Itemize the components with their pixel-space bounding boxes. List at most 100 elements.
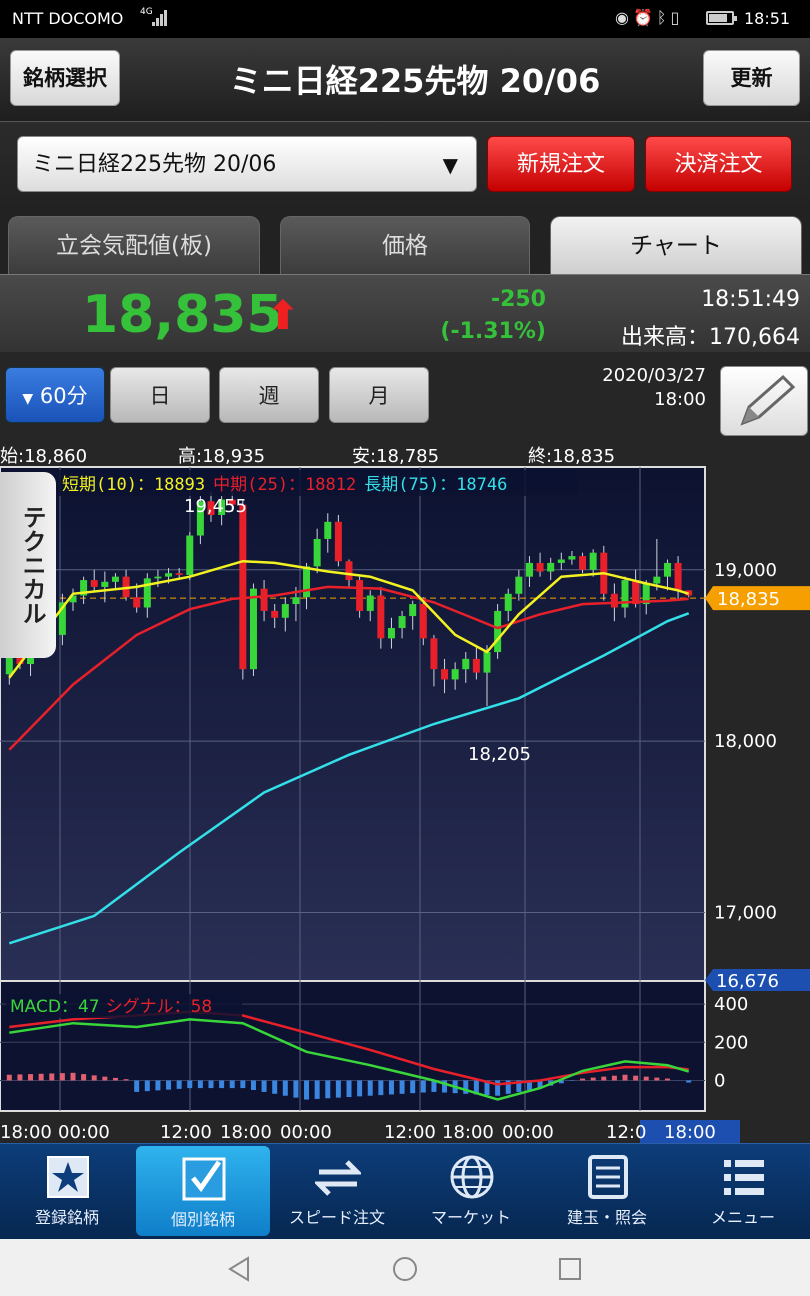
nav-menu[interactable]: メニュー (676, 1144, 810, 1240)
nav-speed-order[interactable]: スピード注文 (270, 1144, 404, 1240)
settle-order-button[interactable]: 決済注文 (645, 136, 792, 192)
tab-chart[interactable]: チャート (550, 216, 802, 274)
macd-histogram-bar (388, 1080, 394, 1095)
macd-tick: 400 (714, 994, 748, 1015)
candle (165, 573, 173, 577)
nav-watchlist[interactable]: 登録銘柄 (0, 1144, 134, 1240)
candle (133, 597, 141, 608)
macd-histogram-bar (664, 1078, 670, 1081)
candle (356, 580, 364, 611)
candle (366, 595, 374, 611)
back-icon[interactable] (226, 1256, 252, 1282)
candle (154, 576, 162, 579)
candlestick-chart[interactable]: 短期(10)：18893 中期(25)：18812 長期(75)：18746 19,4… (0, 440, 810, 1143)
candle (377, 595, 385, 639)
candle (398, 616, 406, 629)
recents-icon[interactable] (557, 1256, 583, 1282)
draw-tool-button[interactable] (720, 366, 808, 436)
pencil-icon (740, 374, 796, 426)
nav-individual-stock-label: 個別銘柄 (170, 1210, 235, 1229)
instrument-dropdown-value: ミニ日経225先物 20/06 (32, 152, 277, 177)
candle (186, 535, 194, 575)
candle (387, 628, 395, 639)
signal-icon (152, 10, 170, 26)
time-tick: 18:00 (220, 1122, 272, 1143)
macd-histogram-bar (28, 1074, 34, 1081)
max-label: 19,455 (184, 496, 247, 517)
legend-long: 長期(75)：18746 (364, 475, 507, 495)
price-change: -250 (490, 287, 546, 312)
macd-histogram-bar (346, 1080, 352, 1097)
home-icon[interactable] (392, 1256, 418, 1282)
candle (525, 562, 533, 577)
checkbox-icon (182, 1157, 226, 1201)
nav-positions[interactable]: 建玉・照会 (540, 1144, 674, 1240)
macd-histogram-bar (123, 1079, 129, 1081)
chart-datetime: 2020/03/27 18:00 (560, 364, 706, 412)
candle (483, 652, 491, 673)
price-bar: 18,835 ⬆ -250 (-1.31%) 18:51:49 出来高：170,… (0, 274, 810, 352)
price-tick: 18,000 (714, 731, 777, 752)
nav-market-label: マーケット (430, 1208, 511, 1227)
macd-histogram-bar (325, 1080, 331, 1099)
candle (430, 638, 438, 670)
candle (674, 562, 682, 591)
carrier-name: NTT DOCOMO (12, 9, 124, 28)
instrument-dropdown[interactable]: ミニ日経225先物 20/06 ▼ (17, 136, 477, 192)
nav-individual-stock[interactable]: 個別銘柄 (136, 1146, 270, 1236)
tab-price[interactable]: 価格 (280, 216, 530, 274)
selector-row: ミニ日経225先物 20/06 ▼ 新規注文 決済注文 (0, 122, 810, 210)
tab-order-book[interactable]: 立会気配値(板) (8, 216, 260, 274)
star-icon (47, 1156, 89, 1198)
legend-macd: MACD：47 (10, 997, 100, 1017)
macd-histogram-bar (134, 1080, 140, 1092)
price-panel (0, 466, 706, 982)
time-tick: 12:0 (606, 1122, 646, 1143)
android-navigation-bar (0, 1239, 810, 1296)
macd-histogram-bar (91, 1075, 97, 1081)
candle (271, 610, 279, 618)
new-order-button[interactable]: 新規注文 (487, 136, 635, 192)
time-tick: 00:00 (280, 1122, 332, 1143)
period-60min-label: 60分 (39, 384, 88, 408)
macd-histogram-bar (59, 1073, 65, 1081)
macd-histogram-bar (580, 1078, 586, 1081)
time-tick: 18:00 (442, 1122, 494, 1143)
macd-histogram-bar (420, 1080, 426, 1093)
time-tick: 18:00 (0, 1122, 52, 1143)
period-day-button[interactable]: 日 (110, 367, 210, 423)
nav-market[interactable]: マーケット (404, 1144, 538, 1240)
price-time: 18:51:49 (701, 287, 800, 312)
macd-histogram-bar (282, 1080, 288, 1096)
period-week-button[interactable]: 週 (219, 367, 319, 423)
period-60min-button[interactable]: ▼ 60分 (5, 367, 105, 423)
macd-histogram-bar (166, 1080, 172, 1090)
period-month-button[interactable]: 月 (329, 367, 429, 423)
candle (494, 610, 502, 653)
chart-date: 2020/03/27 (602, 365, 706, 386)
candle (663, 562, 671, 577)
macd-histogram-bar (208, 1080, 214, 1089)
macd-histogram-bar (229, 1080, 235, 1089)
macd-histogram-bar (590, 1077, 596, 1081)
candle (292, 597, 300, 605)
menu-icon (724, 1160, 764, 1195)
legend-mid: 中期(25)：18812 (213, 475, 356, 495)
candle (409, 604, 417, 617)
dropdown-caret-icon: ▼ (442, 153, 458, 177)
candle (313, 538, 321, 567)
macd-histogram-bar (102, 1076, 108, 1081)
volume: 出来高：170,664 (621, 325, 800, 350)
candle (632, 580, 640, 605)
candle (589, 552, 597, 570)
tab-bar: 立会気配値(板) 価格 チャート (0, 210, 810, 274)
select-stock-button[interactable]: 銘柄選択 (10, 50, 120, 106)
candle (239, 504, 247, 670)
candle (281, 604, 289, 618)
candle (111, 576, 119, 582)
ma-legend: 短期(10)：18893 中期(25)：18812 長期(75)：18746 (62, 475, 507, 495)
macd-histogram-bar (49, 1073, 55, 1081)
refresh-button[interactable]: 更新 (703, 50, 800, 106)
technical-indicator-tab[interactable]: テクニカル (0, 472, 56, 658)
nav-positions-label: 建玉・照会 (566, 1208, 647, 1227)
